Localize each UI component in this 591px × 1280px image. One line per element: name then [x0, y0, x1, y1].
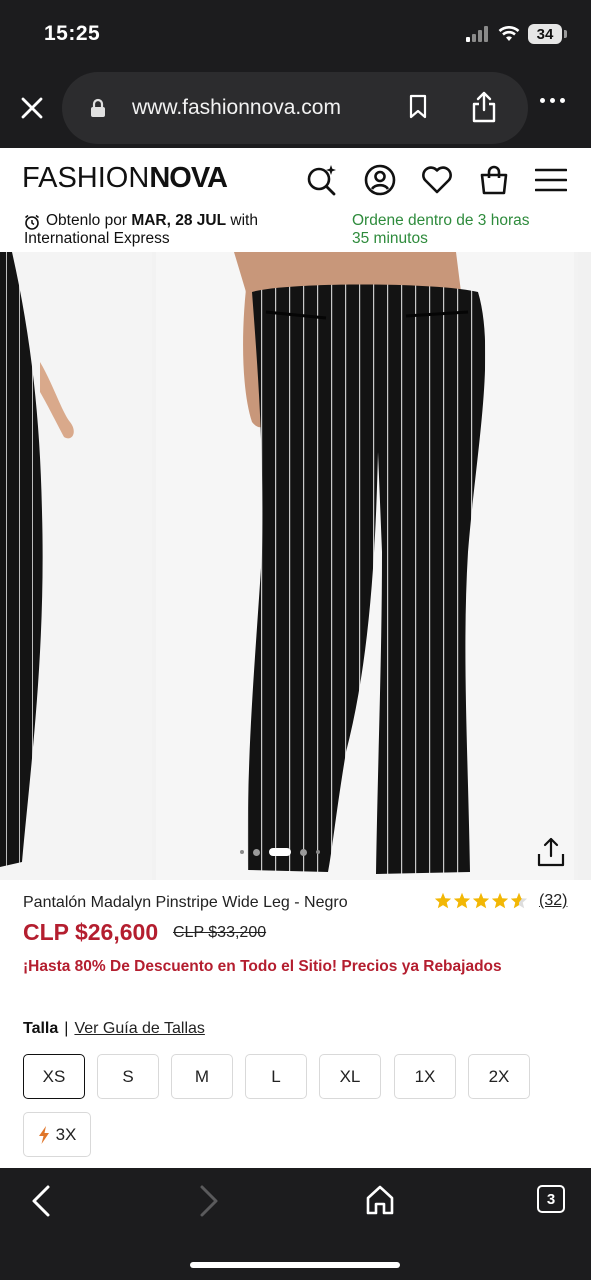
- url-text: www.fashionnova.com: [132, 96, 341, 119]
- carousel-dot-active[interactable]: [269, 848, 291, 856]
- size-option-s[interactable]: S: [97, 1054, 159, 1099]
- back-icon[interactable]: [30, 1184, 52, 1218]
- address-bar[interactable]: www.fashionnova.com: [62, 72, 528, 144]
- carousel-dots: [240, 848, 320, 856]
- star-icon: [434, 892, 452, 909]
- rating-stars[interactable]: [434, 892, 528, 909]
- home-icon[interactable]: [365, 1184, 395, 1216]
- battery-level: 34: [528, 24, 562, 44]
- close-button[interactable]: [14, 90, 50, 126]
- battery-icon: 34: [528, 24, 567, 44]
- bolt-icon: [38, 1125, 50, 1144]
- account-icon[interactable]: [364, 164, 396, 196]
- product-title: Pantalón Madalyn Pinstripe Wide Leg - Ne…: [23, 894, 348, 911]
- size-option-xs[interactable]: XS: [23, 1054, 85, 1099]
- star-icon: [453, 892, 471, 909]
- star-icon: [491, 892, 509, 909]
- star-icon: [472, 892, 490, 909]
- close-icon: [21, 97, 43, 119]
- more-icon[interactable]: [540, 98, 565, 103]
- delivery-estimate: Obtenlo por MAR, 28 JUL with Internation…: [24, 212, 258, 247]
- status-time: 15:25: [44, 22, 101, 45]
- product-image-next[interactable]: [578, 252, 591, 880]
- size-option-1x[interactable]: 1X: [394, 1054, 456, 1099]
- alarm-clock-icon: [25, 214, 39, 230]
- signal-icon: [466, 26, 488, 42]
- product-gallery[interactable]: [0, 252, 591, 880]
- review-count-link[interactable]: (32): [539, 892, 567, 910]
- home-indicator: [190, 1262, 400, 1268]
- site-header: FASHIONNOVA: [0, 148, 591, 212]
- wifi-icon: [498, 26, 520, 41]
- share-icon[interactable]: [536, 836, 566, 868]
- menu-icon[interactable]: [535, 164, 567, 196]
- size-option-l[interactable]: L: [245, 1054, 307, 1099]
- bag-icon[interactable]: [478, 164, 510, 196]
- carousel-dot[interactable]: [253, 848, 260, 856]
- browser-chrome: 15:25 34 www.fashionnova.com: [0, 0, 591, 148]
- original-price: CLP $33,200: [173, 924, 267, 941]
- shipping-banner: Obtenlo por MAR, 28 JUL with Internation…: [0, 212, 591, 252]
- order-countdown: Ordene dentro de 3 horas 35 minutos: [352, 212, 530, 247]
- fashionnova-logo[interactable]: FASHIONNOVA: [22, 164, 228, 193]
- promo-banner: ¡Hasta 80% De Descuento en Todo el Sitio…: [23, 958, 502, 975]
- size-option-xl[interactable]: XL: [319, 1054, 381, 1099]
- sale-price: CLP $26,600: [23, 919, 159, 945]
- size-option-3x[interactable]: 3X: [23, 1112, 91, 1157]
- product-image-prev[interactable]: [0, 252, 152, 880]
- star-half-icon: [510, 892, 528, 909]
- share-icon[interactable]: [470, 90, 498, 124]
- size-label: Talla: [23, 1020, 59, 1037]
- product-image-main[interactable]: [156, 252, 574, 880]
- status-icons: 34: [466, 24, 567, 44]
- forward-icon[interactable]: [198, 1184, 220, 1218]
- size-option-m[interactable]: M: [171, 1054, 233, 1099]
- bookmark-icon[interactable]: [408, 94, 428, 120]
- search-sparkle-icon[interactable]: [306, 164, 338, 196]
- tabs-icon[interactable]: 3: [537, 1185, 565, 1213]
- size-guide-link[interactable]: Ver Guía de Tallas: [74, 1020, 204, 1037]
- carousel-dot[interactable]: [316, 850, 320, 854]
- carousel-dot[interactable]: [240, 850, 244, 854]
- size-selector-header: Talla | Ver Guía de Tallas: [23, 1020, 205, 1037]
- heart-icon[interactable]: [421, 164, 453, 196]
- carousel-dot[interactable]: [300, 848, 307, 856]
- size-option-2x[interactable]: 2X: [468, 1054, 530, 1099]
- lock-icon: [91, 98, 105, 117]
